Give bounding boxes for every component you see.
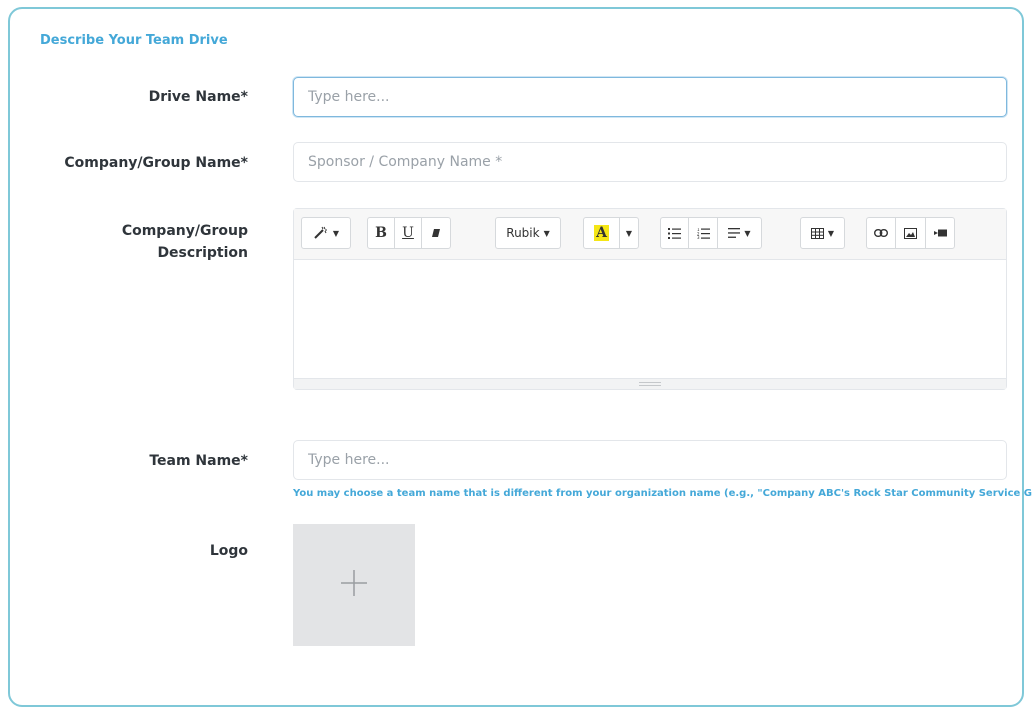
team-name-hint: You may choose a team name that is diffe… — [293, 488, 1032, 499]
editor-toolbar: ▼ B U Rubik ▼ A ▼ 123 ▼ ▼ — [294, 209, 1006, 260]
magic-icon — [313, 226, 329, 240]
eraser-icon — [430, 227, 442, 239]
description-label-line1: Company/Group — [121, 223, 248, 239]
description-label-line2: Description — [157, 245, 248, 261]
svg-text:3: 3 — [697, 235, 700, 239]
image-button[interactable] — [895, 217, 926, 249]
align-dropdown[interactable]: ▼ — [717, 217, 762, 249]
grip-icon — [639, 382, 661, 386]
clear-format-button[interactable] — [421, 217, 451, 249]
font-color-icon: A — [594, 225, 609, 241]
company-name-input[interactable] — [293, 142, 1007, 182]
table-dropdown[interactable]: ▼ — [800, 217, 845, 249]
team-name-input[interactable] — [293, 440, 1007, 480]
bold-icon: B — [375, 225, 387, 241]
font-color-dropdown[interactable]: ▼ — [619, 217, 639, 249]
table-icon — [810, 227, 824, 239]
video-button[interactable] — [925, 217, 955, 249]
magic-style-button[interactable]: ▼ — [301, 217, 351, 249]
video-icon — [933, 229, 947, 237]
logo-label: Logo — [209, 543, 248, 559]
font-color-button[interactable]: A — [583, 217, 620, 249]
drive-name-label: Drive Name* — [148, 89, 248, 105]
ordered-list-icon: 123 — [697, 228, 710, 239]
font-family-dropdown[interactable]: Rubik ▼ — [495, 217, 561, 249]
section-title: Describe Your Team Drive — [40, 33, 228, 48]
unordered-list-icon — [668, 227, 681, 239]
drive-name-input[interactable] — [293, 77, 1007, 117]
chevron-down-icon: ▼ — [332, 228, 340, 238]
underline-icon: U — [402, 225, 414, 241]
link-icon — [874, 229, 888, 237]
team-name-label: Team Name* — [149, 453, 248, 469]
logo-upload[interactable] — [293, 524, 415, 646]
editor-resize-handle[interactable] — [294, 378, 1006, 389]
link-button[interactable] — [866, 217, 896, 249]
company-description-label: Company/Group Description — [122, 220, 248, 264]
description-textarea[interactable] — [294, 260, 1006, 380]
unordered-list-button[interactable] — [660, 217, 689, 249]
align-icon — [728, 228, 741, 238]
ordered-list-button[interactable]: 123 — [688, 217, 718, 249]
underline-button[interactable]: U — [394, 217, 422, 249]
chevron-down-icon: ▼ — [744, 228, 751, 238]
font-family-label: Rubik — [506, 226, 540, 240]
chevron-down-icon: ▼ — [625, 228, 633, 238]
image-icon — [904, 227, 917, 239]
chevron-down-icon: ▼ — [827, 228, 835, 238]
chevron-down-icon: ▼ — [543, 228, 550, 238]
plus-icon — [341, 570, 367, 600]
description-editor: ▼ B U Rubik ▼ A ▼ 123 ▼ ▼ — [293, 208, 1007, 390]
bold-button[interactable]: B — [367, 217, 395, 249]
company-name-label: Company/Group Name* — [64, 155, 248, 171]
